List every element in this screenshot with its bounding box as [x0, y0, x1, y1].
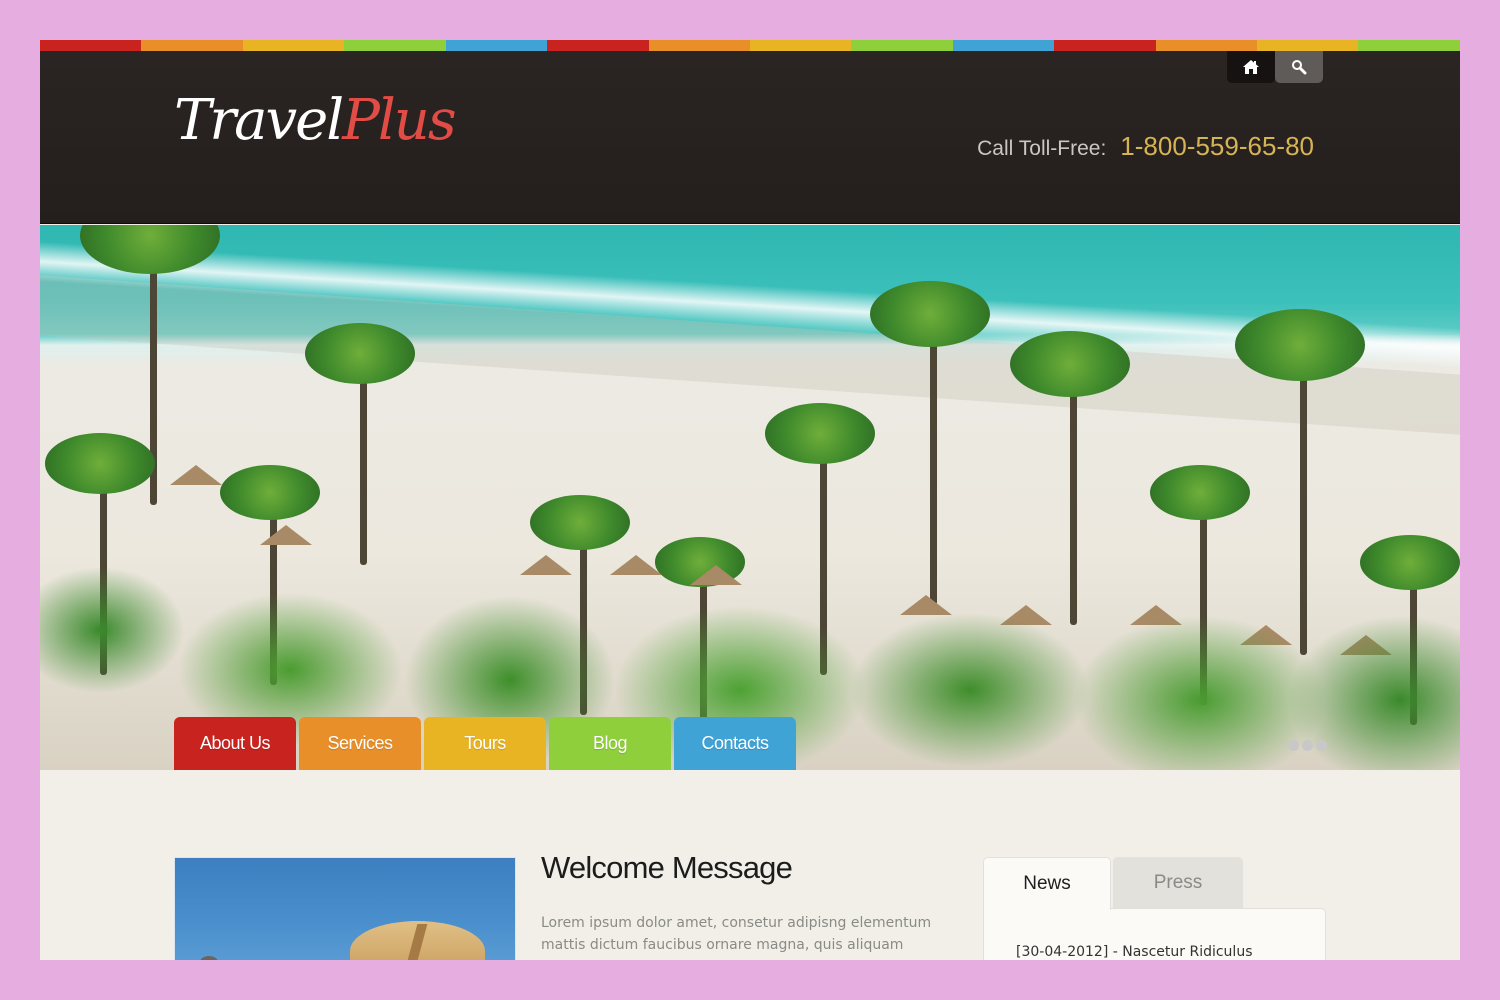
person-head — [200, 956, 218, 960]
stripe-segment — [1257, 40, 1359, 51]
palm-fronds — [765, 403, 875, 464]
palm-fronds — [870, 281, 990, 347]
nav-item-contacts[interactable]: Contacts — [674, 717, 796, 770]
search-button[interactable] — [1275, 51, 1323, 83]
home-icon — [1242, 59, 1260, 75]
main-nav: About Us Services Tours Blog Contacts — [174, 717, 796, 770]
stripe-segment — [1155, 40, 1258, 51]
welcome-text: Lorem ipsum dolor amet, consetur adipisn… — [541, 915, 932, 953]
news-item[interactable]: [30-04-2012] - Nascetur Ridiculus — [1016, 944, 1252, 960]
stripe-segment — [952, 40, 1055, 51]
search-icon — [1291, 59, 1307, 75]
top-buttons — [1227, 51, 1323, 83]
beach-hut — [170, 465, 222, 485]
news-panel: [30-04-2012] - Nascetur Ridiculus — [983, 908, 1326, 960]
home-button[interactable] — [1227, 51, 1275, 83]
stripe-segment — [648, 40, 750, 51]
logo-part-plus: Plus — [342, 88, 456, 153]
stripe-segment — [547, 40, 649, 51]
slider-dot[interactable] — [1302, 740, 1313, 751]
tab-press[interactable]: Press — [1113, 857, 1243, 909]
page: TravelPlus Call Toll-Free: 1-800-559-65-… — [40, 40, 1460, 960]
header: TravelPlus Call Toll-Free: 1-800-559-65-… — [40, 51, 1460, 224]
nav-item-about-us[interactable]: About Us — [174, 717, 296, 770]
color-stripe — [40, 40, 1460, 51]
palm-fronds — [1235, 309, 1365, 381]
news-press-tabs: News Press — [983, 857, 1243, 910]
slider-pagination — [1288, 740, 1327, 751]
slider-dot[interactable] — [1316, 740, 1327, 751]
welcome-image — [174, 857, 516, 960]
nav-item-tours[interactable]: Tours — [424, 717, 546, 770]
palm-fronds — [305, 323, 415, 384]
palm-fronds — [1010, 331, 1130, 397]
palm-fronds — [45, 433, 155, 494]
stripe-segment — [851, 40, 953, 51]
stripe-segment — [141, 40, 243, 51]
tab-news[interactable]: News — [983, 857, 1111, 910]
logo-part-travel: Travel — [174, 88, 344, 153]
nav-item-blog[interactable]: Blog — [549, 717, 671, 770]
stripe-segment — [749, 40, 852, 51]
stripe-segment — [1358, 40, 1460, 51]
slider-dot[interactable] — [1288, 740, 1299, 751]
stripe-segment — [445, 40, 548, 51]
stripe-segment — [1054, 40, 1156, 51]
welcome-title: Welcome Message — [541, 850, 793, 885]
phone-label: Call Toll-Free: — [977, 137, 1107, 160]
nav-item-services[interactable]: Services — [299, 717, 421, 770]
stripe-segment — [242, 40, 345, 51]
phone-block: Call Toll-Free: 1-800-559-65-80 — [977, 131, 1314, 162]
stripe-segment — [40, 40, 142, 51]
hero-slider — [40, 225, 1460, 770]
logo[interactable]: TravelPlus — [174, 93, 457, 149]
stripe-segment — [344, 40, 446, 51]
phone-number[interactable]: 1-800-559-65-80 — [1120, 131, 1314, 162]
